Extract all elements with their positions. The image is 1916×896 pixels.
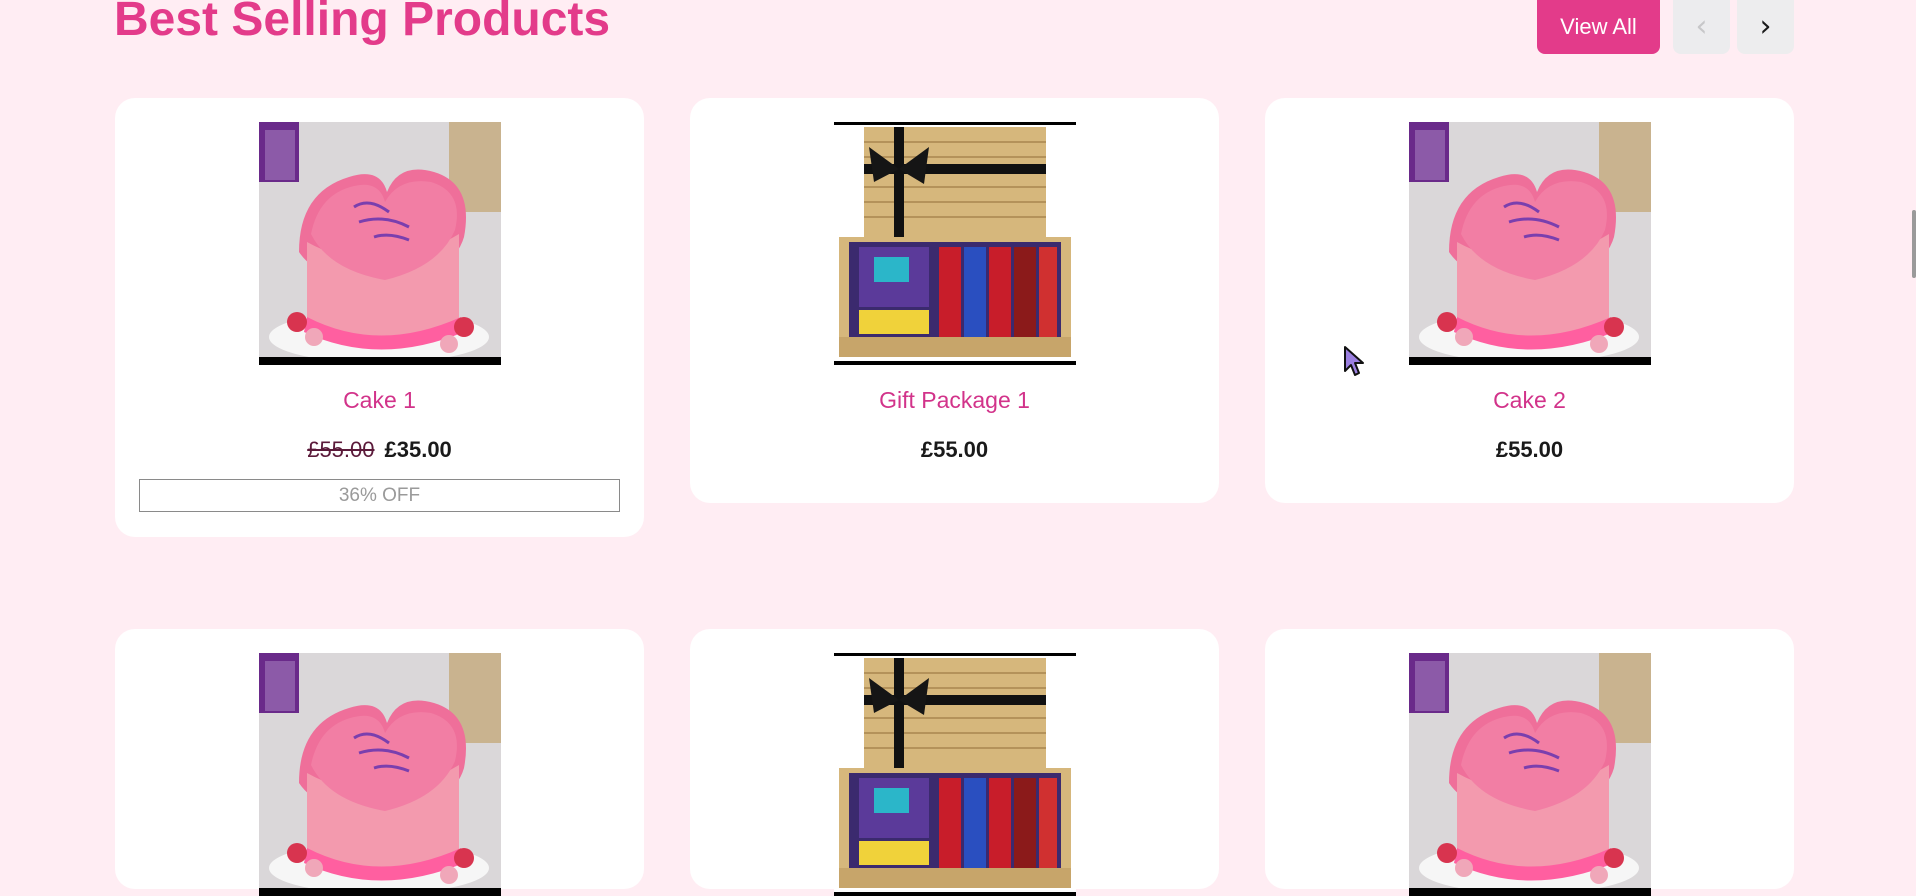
product-name[interactable]: Cake 2 xyxy=(1265,386,1794,414)
product-card[interactable]: Cake 2 £55.00 xyxy=(1265,98,1794,503)
product-image[interactable] xyxy=(834,122,1076,365)
product-name[interactable]: Gift Package 1 xyxy=(690,386,1219,414)
product-price: £55.00 £35.00 xyxy=(115,436,644,464)
product-name[interactable]: Cake 1 xyxy=(115,386,644,414)
product-image[interactable] xyxy=(1409,122,1651,365)
product-price: £55.00 xyxy=(690,436,1219,464)
product-card[interactable] xyxy=(115,629,644,896)
carousel-next-button[interactable]: › xyxy=(1737,0,1794,54)
section-title: Best Selling Products xyxy=(114,0,611,46)
scrollbar-thumb[interactable] xyxy=(1912,210,1916,278)
chevron-left-icon: ‹ xyxy=(1695,9,1708,44)
discount-badge: 36% OFF xyxy=(139,479,620,512)
product-price: £55.00 xyxy=(1265,436,1794,464)
product-image[interactable] xyxy=(1409,653,1651,896)
product-image[interactable] xyxy=(259,653,501,896)
product-card[interactable]: Gift Package 1 £55.00 xyxy=(690,98,1219,503)
mouse-pointer-icon xyxy=(1344,346,1364,376)
sale-price: £35.00 xyxy=(384,437,452,462)
sale-price: £55.00 xyxy=(920,437,989,462)
original-price: £55.00 xyxy=(307,437,375,462)
product-card[interactable] xyxy=(1265,629,1794,896)
product-image[interactable] xyxy=(259,122,501,365)
product-card[interactable] xyxy=(690,629,1219,896)
chevron-right-icon: › xyxy=(1759,9,1772,44)
sale-price: £55.00 xyxy=(1495,437,1564,462)
carousel-prev-button[interactable]: ‹ xyxy=(1673,0,1730,54)
view-all-button[interactable]: View All xyxy=(1537,0,1660,54)
product-card[interactable]: Cake 1 £55.00 £35.00 36% OFF xyxy=(115,98,644,537)
product-image[interactable] xyxy=(834,653,1076,896)
